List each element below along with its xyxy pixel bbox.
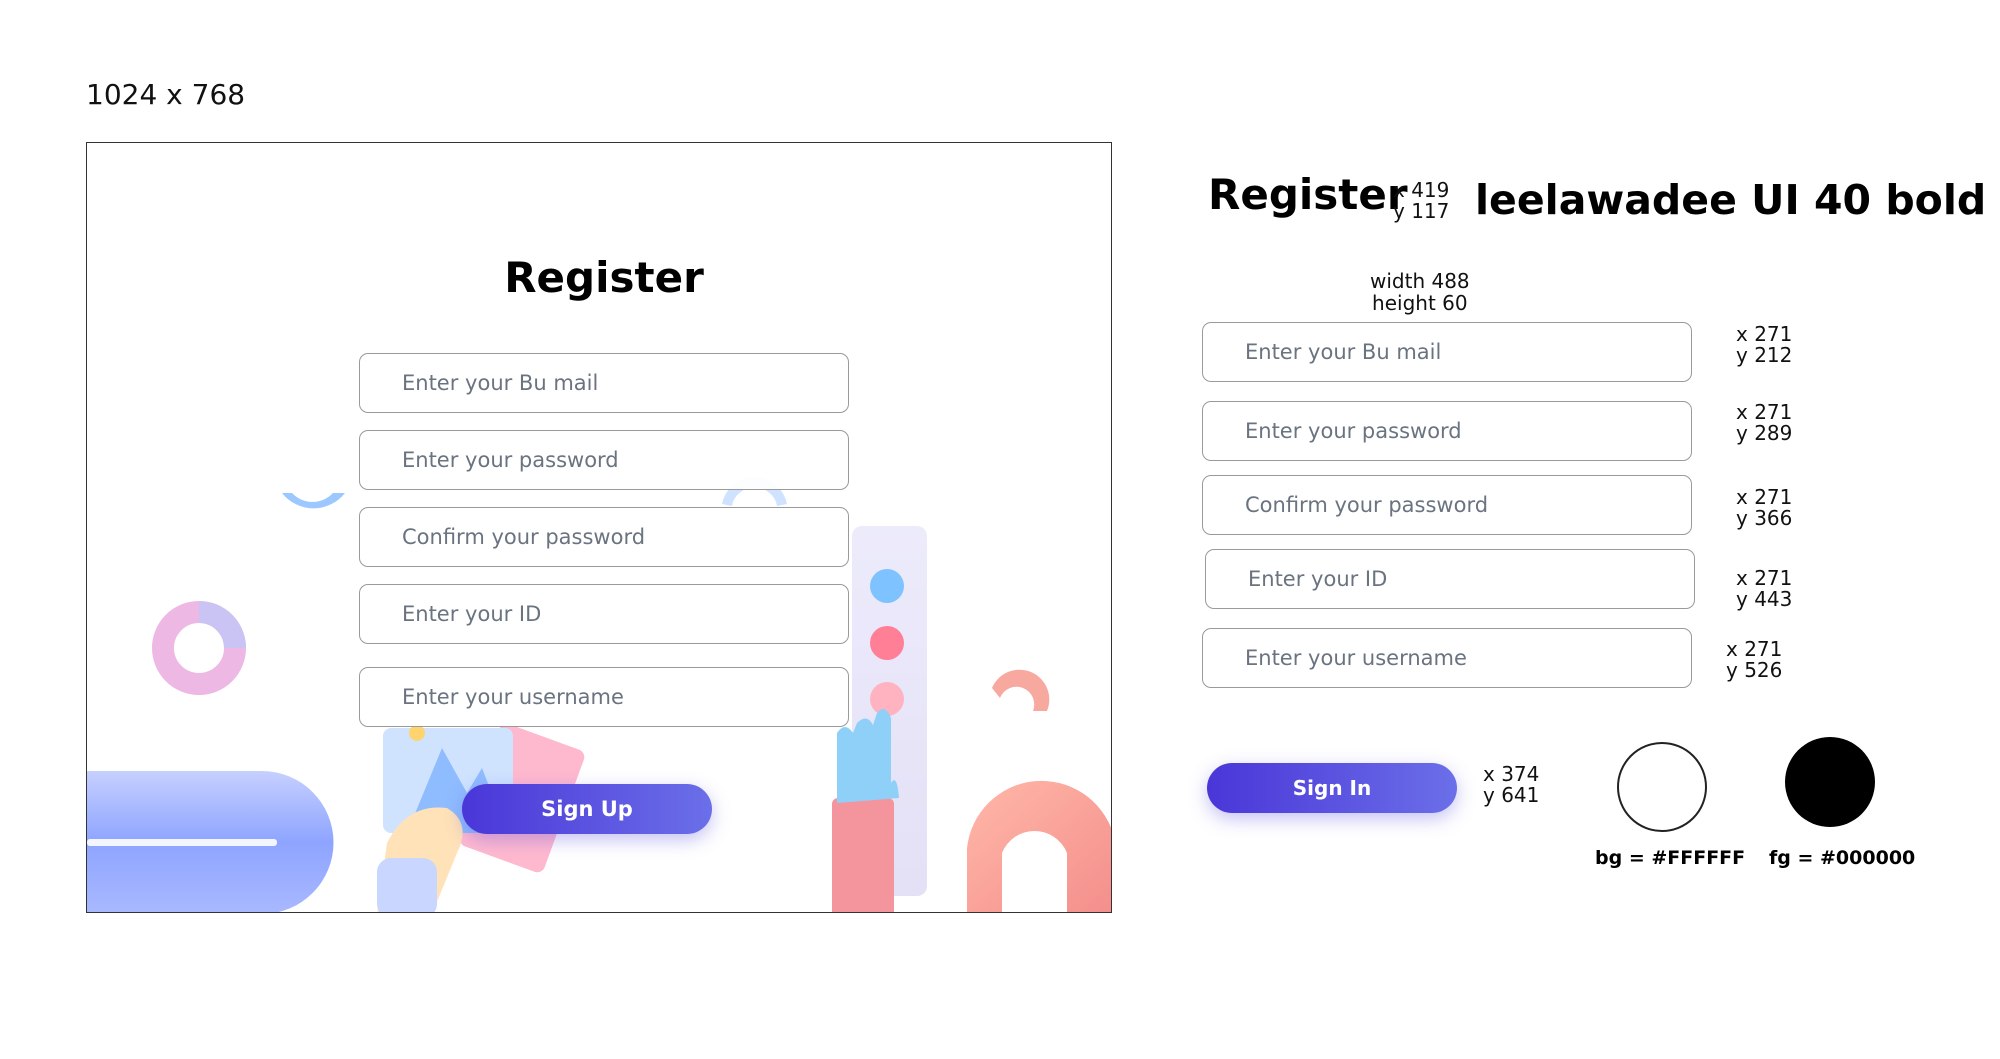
spec-bu-mail-field[interactable]: Enter your Bu mail: [1202, 322, 1692, 382]
coord-x: x 419: [1393, 178, 1450, 202]
sleeve-left-shape: [377, 858, 437, 912]
coord-y: y 526: [1726, 658, 1783, 682]
font-spec-note: leelawadee UI 40 bold: [1475, 176, 1987, 224]
field-placeholder: Confirm your password: [1245, 493, 1489, 517]
fg-color-swatch: [1785, 737, 1875, 827]
field-placeholder: Enter your ID: [402, 602, 542, 626]
confirm-password-field[interactable]: Confirm your password: [359, 507, 849, 567]
spec-password-field[interactable]: Enter your password: [1202, 401, 1692, 461]
spec-id-field[interactable]: Enter your ID: [1205, 549, 1695, 609]
field-placeholder: Confirm your password: [402, 525, 646, 549]
fg-color-label: fg = #000000: [1769, 847, 1916, 869]
yellow-dot-shape: [409, 725, 425, 741]
coord-x: x 374: [1483, 762, 1540, 786]
field-width: width 488: [1370, 269, 1470, 293]
spec-title-coords: x 419 y 117: [1393, 180, 1449, 222]
field-placeholder: Enter your Bu mail: [402, 371, 599, 395]
coord-x: x 271: [1726, 637, 1783, 661]
blue-arc-shape: [282, 493, 345, 509]
register-mockup-frame: Register Enter your Bu mail Enter your p…: [86, 142, 1112, 913]
coord-y: y 117: [1393, 199, 1450, 223]
blue-tube-highlight: [87, 839, 277, 846]
sleeve-right-shape: [832, 798, 894, 912]
password-field[interactable]: Enter your password: [359, 430, 849, 490]
coord-x: x 271: [1736, 566, 1793, 590]
spec-confirm-password-field[interactable]: Confirm your password: [1202, 475, 1692, 535]
canvas-size-label: 1024 x 768: [86, 78, 246, 111]
field-height: height 60: [1372, 291, 1468, 315]
spec-field-coords: x 271 y 526: [1726, 639, 1782, 681]
field-placeholder: Enter your username: [402, 685, 624, 709]
spec-username-field[interactable]: Enter your username: [1202, 628, 1692, 688]
pink-ball-shape: [870, 626, 904, 660]
blue-ball-shape: [870, 569, 904, 603]
spec-title: Register: [1208, 170, 1408, 219]
coord-y: y 641: [1483, 783, 1540, 807]
coord-y: y 212: [1736, 343, 1793, 367]
bu-mail-field[interactable]: Enter your Bu mail: [359, 353, 849, 413]
bg-color-label: bg = #FFFFFF: [1595, 847, 1746, 869]
donut-shape-highlight: [198, 601, 246, 649]
spec-field-coords: x 271 y 289: [1736, 402, 1792, 444]
field-placeholder: Enter your password: [402, 448, 619, 472]
spec-field-coords: x 271 y 366: [1736, 487, 1792, 529]
username-field[interactable]: Enter your username: [359, 667, 849, 727]
field-placeholder: Enter your Bu mail: [1245, 340, 1442, 364]
field-size-note: width 488 height 60: [1370, 270, 1470, 314]
id-field[interactable]: Enter your ID: [359, 584, 849, 644]
spec-field-coords: x 271 y 443: [1736, 568, 1792, 610]
coord-y: y 366: [1736, 506, 1793, 530]
field-placeholder: Enter your username: [1245, 646, 1467, 670]
pink-ball-shape: [870, 682, 904, 716]
spec-field-coords: x 271 y 212: [1736, 324, 1792, 366]
bg-color-swatch: [1617, 742, 1707, 832]
button-coords: x 374 y 641: [1483, 764, 1539, 806]
coord-y: y 289: [1736, 421, 1793, 445]
coord-y: y 443: [1736, 587, 1793, 611]
coord-x: x 271: [1736, 485, 1793, 509]
sign-in-button[interactable]: Sign In: [1207, 763, 1457, 813]
pink-arc-small-shape: [992, 669, 1050, 711]
pink-arch-shape: [967, 780, 1111, 912]
coord-x: x 271: [1736, 322, 1793, 346]
sign-up-button[interactable]: Sign Up: [462, 784, 712, 834]
coord-x: x 271: [1736, 400, 1793, 424]
field-placeholder: Enter your password: [1245, 419, 1462, 443]
field-placeholder: Enter your ID: [1248, 567, 1388, 591]
